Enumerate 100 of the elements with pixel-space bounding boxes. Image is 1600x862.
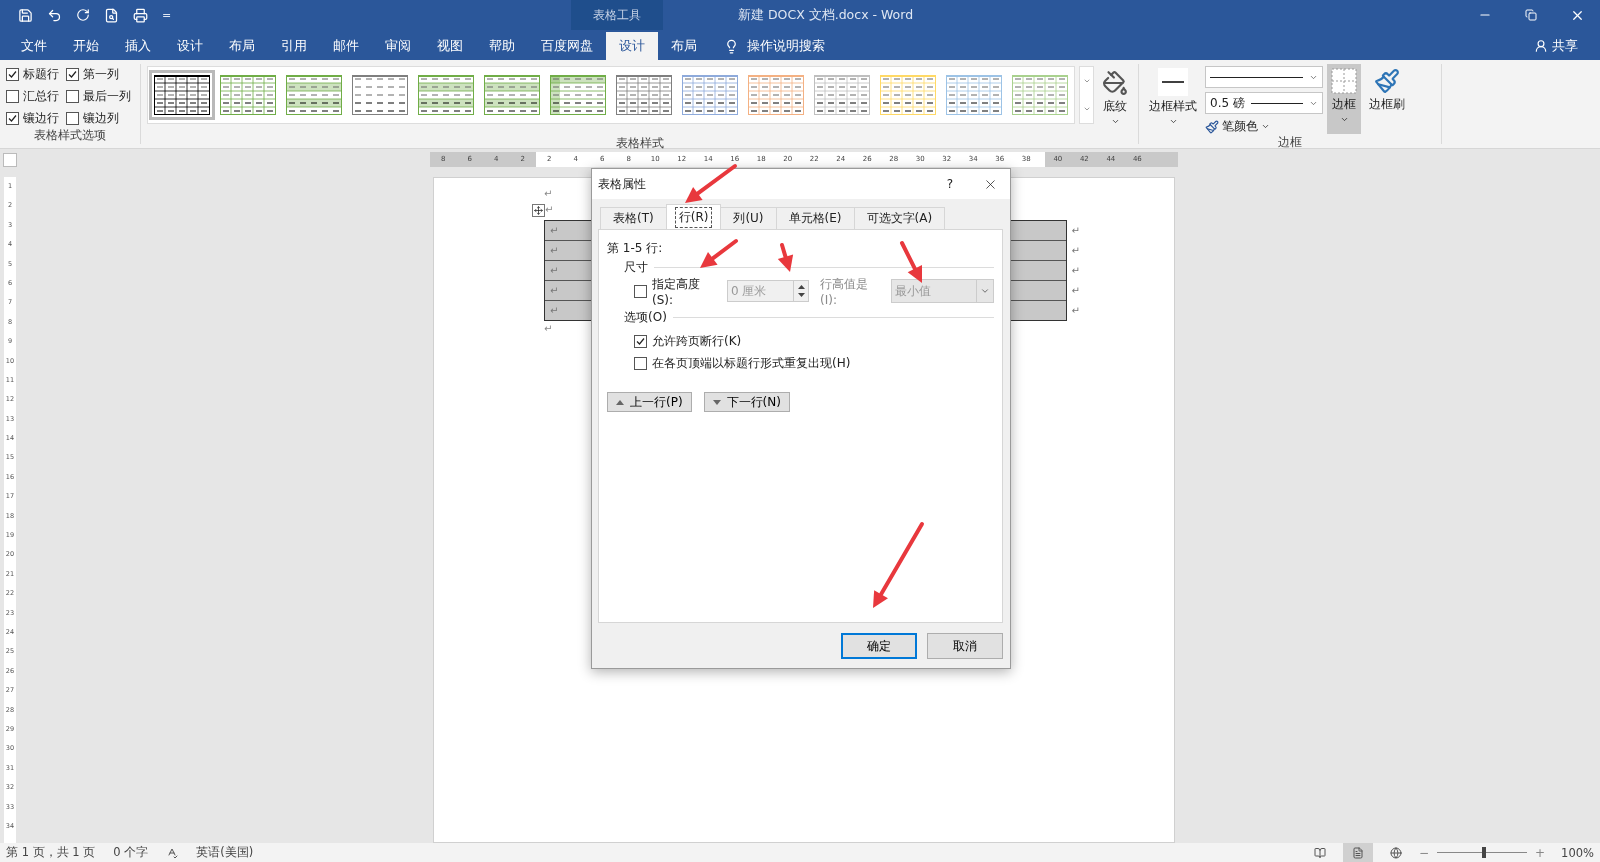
triangle-icon [616, 399, 624, 405]
checkbox-label: 指定高度(S): [652, 275, 701, 307]
ribbon-tab[interactable]: 审阅 [372, 32, 424, 60]
line-style-dropdown[interactable] [1205, 66, 1323, 88]
dialog-tab[interactable]: 可选文字(A) [853, 207, 946, 229]
brush-icon [1374, 68, 1400, 94]
checkbox[interactable] [66, 112, 79, 125]
caret-icon [1261, 122, 1270, 131]
ribbon-tab[interactable]: 引用 [268, 32, 320, 60]
paragraph-mark: ↵ [550, 264, 559, 278]
paragraph-mark: ↵ [550, 224, 559, 238]
ok-button[interactable]: 确定 [841, 633, 917, 659]
gallery-scrollbar[interactable] [1079, 66, 1094, 124]
ribbon-tab[interactable]: 文件 [8, 32, 60, 60]
border-painter-button[interactable]: 边框刷 [1365, 64, 1409, 134]
ribbon-tab[interactable]: 帮助 [476, 32, 528, 60]
group-label: 表格样式选项 [33, 128, 107, 144]
paragraph-mark: ↵ [544, 322, 554, 336]
row-end-mark: ↵ [1071, 304, 1080, 318]
checkbox-label: 最后一列 [83, 88, 131, 105]
view-button[interactable] [1343, 843, 1373, 862]
lightbulb-icon [724, 38, 739, 54]
language[interactable]: 英语(美国) [196, 845, 254, 860]
row-end-mark: ↵ [1071, 224, 1080, 238]
dialog-title: 表格属性 [598, 175, 647, 193]
caret-icon[interactable] [1082, 77, 1091, 85]
dialog-tab[interactable]: 行(R) [665, 204, 722, 229]
proofing-icon[interactable] [166, 846, 179, 859]
zoom-thumb[interactable] [1481, 847, 1486, 858]
checkbox-label: 允许跨页断行(K) [652, 332, 742, 350]
page-count[interactable]: 第 1 页，共 1 页 [6, 845, 96, 860]
ribbon-tab[interactable]: 插入 [112, 32, 164, 60]
ribbon-tab[interactable]: 邮件 [320, 32, 372, 60]
ribbon-tab[interactable]: 布局 [216, 32, 268, 60]
print-preview-icon[interactable] [104, 7, 119, 23]
checkbox-label: 在各页顶端以标题行形式重复出现(H) [652, 354, 851, 372]
checkbox-label: 标题行 [23, 66, 59, 83]
caret-icon[interactable] [1082, 105, 1091, 113]
zoom-level[interactable]: 100% [1561, 845, 1594, 860]
checkbox-label: 镶边行 [23, 110, 59, 127]
save-icon[interactable] [18, 7, 33, 23]
ribbon-tab[interactable]: 布局 [658, 32, 710, 60]
caret-icon [1110, 117, 1120, 126]
pen-color-button[interactable]: 笔颜色 [1205, 118, 1323, 135]
ribbon-tab[interactable]: 设计 [164, 32, 216, 60]
checkbox[interactable] [634, 356, 647, 370]
row-end-mark: ↵ [1071, 284, 1080, 298]
previous-row-button[interactable]: 上一行(P) [607, 392, 692, 412]
row-end-mark: ↵ [1071, 264, 1080, 278]
group-heading: 选项(O) [624, 308, 667, 326]
annotation-arrow [685, 164, 737, 203]
group-heading: 尺寸 [624, 258, 648, 276]
redo-icon[interactable] [76, 8, 90, 22]
ribbon-tab[interactable]: 设计 [606, 32, 658, 60]
group-label: 边框 [1277, 135, 1303, 150]
checkbox[interactable] [6, 90, 19, 103]
row-end-mark: ↵ [1071, 244, 1080, 258]
group-label: 表格样式 [614, 136, 665, 151]
annotation-arrow [700, 239, 738, 268]
customize-toolbar-icon[interactable]: = [162, 8, 172, 22]
next-row-button[interactable]: 下一行(N) [703, 392, 790, 412]
checkbox[interactable] [634, 334, 647, 348]
annotation-arrow [777, 243, 794, 272]
checkbox[interactable] [66, 68, 79, 81]
paragraph-mark: ↵ [545, 203, 554, 217]
paragraph-mark: ↵ [550, 244, 559, 258]
triangle-icon [712, 399, 721, 405]
checkbox[interactable] [66, 90, 79, 103]
cancel-button[interactable]: 取消 [927, 633, 1003, 659]
printer-icon[interactable] [133, 7, 148, 23]
borders-button[interactable]: 边框 [1327, 64, 1361, 134]
checkbox-label: 镶边列 [83, 110, 119, 127]
table-move-handle[interactable] [532, 203, 545, 217]
checkbox[interactable] [6, 112, 19, 125]
annotation-arrow [900, 241, 922, 283]
shading-button[interactable]: 底纹 [1098, 66, 1132, 136]
checkbox-label: 第一列 [83, 66, 119, 83]
field-label: 行高值是(I): [820, 275, 870, 307]
dialog-tab[interactable]: 表格(T) [600, 207, 667, 229]
undo-icon[interactable] [47, 7, 62, 23]
caret-icon [1168, 117, 1178, 126]
share-button[interactable]: 共享 [1552, 37, 1578, 55]
paragraph-mark: ↵ [550, 304, 559, 318]
checkbox-label: 汇总行 [23, 88, 59, 105]
ribbon-tab[interactable]: 开始 [60, 32, 112, 60]
rows-label: 第 1-5 行: [607, 240, 663, 257]
caret-icon [1339, 115, 1349, 124]
ribbon-tab[interactable]: 视图 [424, 32, 476, 60]
person-icon [1534, 39, 1548, 53]
caret-icon [980, 286, 990, 296]
line-weight-dropdown[interactable]: 0.5 磅 [1205, 92, 1323, 114]
border-styles-button[interactable]: 边框样式 [1145, 64, 1201, 134]
paragraph-mark: ↵ [544, 187, 554, 201]
checkbox[interactable] [6, 68, 19, 81]
ribbon-tab[interactable]: 百度网盘 [528, 32, 606, 60]
context-tab-label: 表格工具 [571, 0, 663, 30]
help-button[interactable]: ? [930, 177, 970, 191]
word-count[interactable]: 0 个字 [113, 845, 149, 860]
paint-bucket-icon [1102, 70, 1128, 96]
tell-me-search[interactable]: 操作说明搜索 [747, 37, 825, 55]
